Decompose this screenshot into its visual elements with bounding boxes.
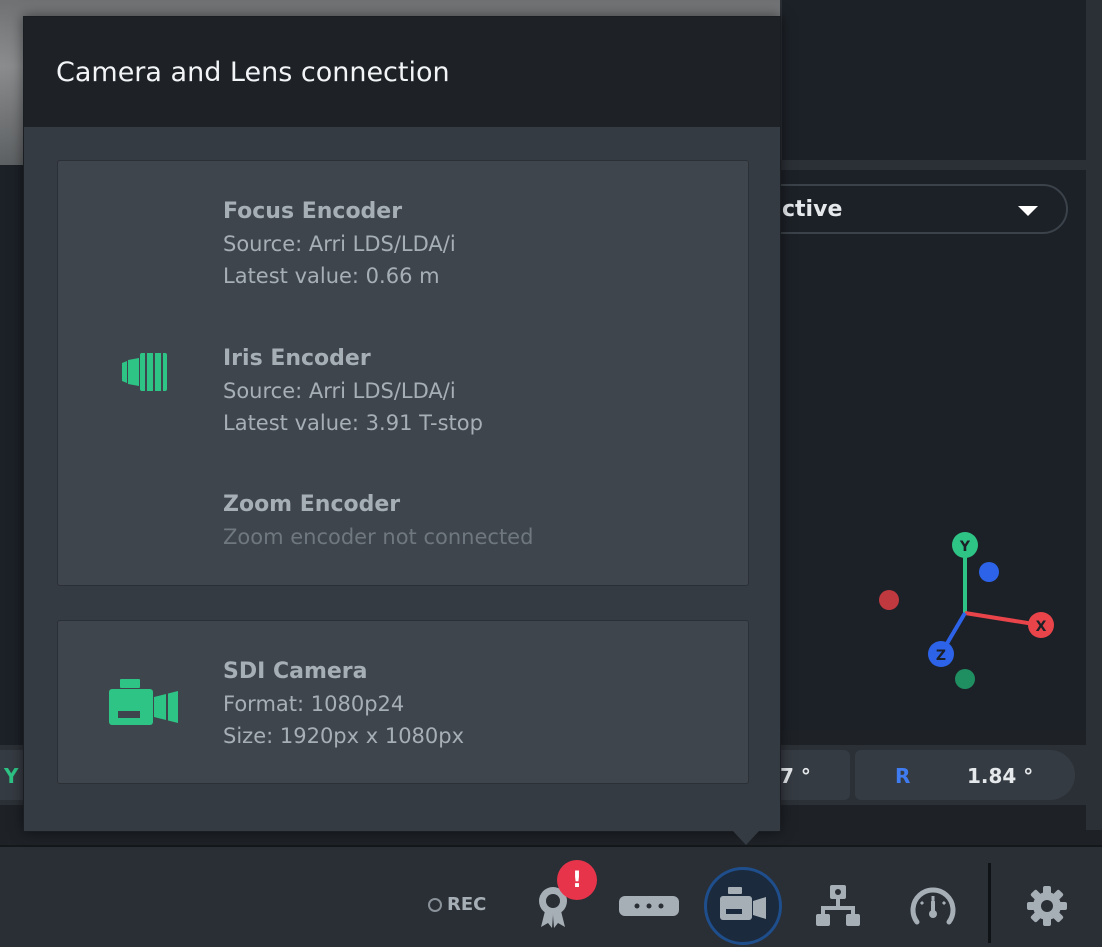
axis-label-r: R: [895, 764, 911, 788]
lens-encoders-card: Focus Encoder Source: Arri LDS/LDA/i Lat…: [57, 160, 749, 586]
zoom-encoder: Zoom Encoder Zoom encoder not connected: [223, 489, 533, 553]
neg-y-handle[interactable]: [955, 669, 975, 689]
focus-encoder-source: Source: Arri LDS/LDA/i: [223, 232, 456, 256]
popup-header: Camera and Lens connection: [24, 17, 780, 127]
rec-indicator[interactable]: REC: [428, 894, 486, 915]
sdi-camera-card: SDI Camera Format: 1080p24 Size: 1920px …: [57, 620, 749, 784]
focus-encoder-value: Latest value: 0.66 m: [223, 264, 440, 288]
popup-pointer: [733, 831, 759, 845]
axis-label-y: Y: [4, 764, 19, 788]
value-pill-r[interactable]: R 1.84 °: [855, 750, 1075, 800]
view-mode-value: ctive: [782, 197, 843, 222]
camera-lens-button[interactable]: [704, 867, 782, 945]
performance-button[interactable]: [894, 867, 972, 945]
tracker-bar-icon: [619, 896, 679, 916]
x-axis-label: X: [1036, 619, 1047, 635]
neg-z-handle[interactable]: [979, 562, 999, 582]
bottom-toolbar: REC !: [0, 845, 1102, 947]
iris-encoder-value: Latest value: 3.91 T-stop: [223, 411, 483, 435]
network-icon: [816, 885, 860, 926]
value-mid: 7 °: [780, 764, 811, 788]
iris-encoder-source: Source: Arri LDS/LDA/i: [223, 379, 456, 403]
caret-down-icon: [1018, 206, 1038, 216]
camera-lens-icon: [720, 887, 766, 920]
focus-encoder-title: Focus Encoder: [223, 199, 403, 224]
value-pill-mid[interactable]: 7 °: [770, 750, 850, 800]
network-button[interactable]: [799, 867, 877, 945]
sdi-camera-format: Format: 1080p24: [223, 692, 405, 716]
panel-divider: [760, 160, 1102, 170]
y-axis-label: Y: [959, 539, 971, 555]
z-axis-label: Z: [936, 648, 946, 664]
video-camera-icon: [109, 679, 178, 725]
alert-badge: !: [557, 860, 597, 900]
tracker-button[interactable]: [610, 867, 688, 945]
gear-icon: [1027, 886, 1067, 926]
rec-label: REC: [447, 894, 487, 915]
sdi-camera-size: Size: 1920px x 1080px: [223, 724, 465, 748]
sdi-camera-title: SDI Camera: [223, 659, 368, 684]
camera-lens-popup: Camera and Lens connection Focus Encoder…: [23, 16, 781, 832]
speedometer-icon: [910, 887, 956, 925]
settings-button[interactable]: [1008, 867, 1086, 945]
toolbar-divider: [988, 863, 991, 943]
right-frame: [1086, 0, 1102, 830]
view-mode-select[interactable]: ctive: [740, 184, 1068, 234]
popup-title: Camera and Lens connection: [56, 57, 450, 88]
value-r: 1.84 °: [967, 764, 1034, 788]
iris-encoder-title: Iris Encoder: [223, 346, 371, 371]
axis-gizmo[interactable]: Y X Z: [870, 525, 1070, 705]
zoom-encoder-title: Zoom Encoder: [223, 492, 401, 517]
zoom-encoder-status: Zoom encoder not connected: [223, 525, 534, 549]
sdi-camera-info: SDI Camera Format: 1080p24 Size: 1920px …: [223, 656, 464, 752]
neg-x-handle[interactable]: [879, 590, 899, 610]
lens-icon: [122, 353, 167, 391]
top-right-panel: [780, 0, 1086, 160]
iris-encoder: Iris Encoder Source: Arri LDS/LDA/i Late…: [223, 343, 483, 439]
record-dot-icon: [428, 897, 442, 912]
focus-encoder: Focus Encoder Source: Arri LDS/LDA/i Lat…: [223, 196, 456, 292]
